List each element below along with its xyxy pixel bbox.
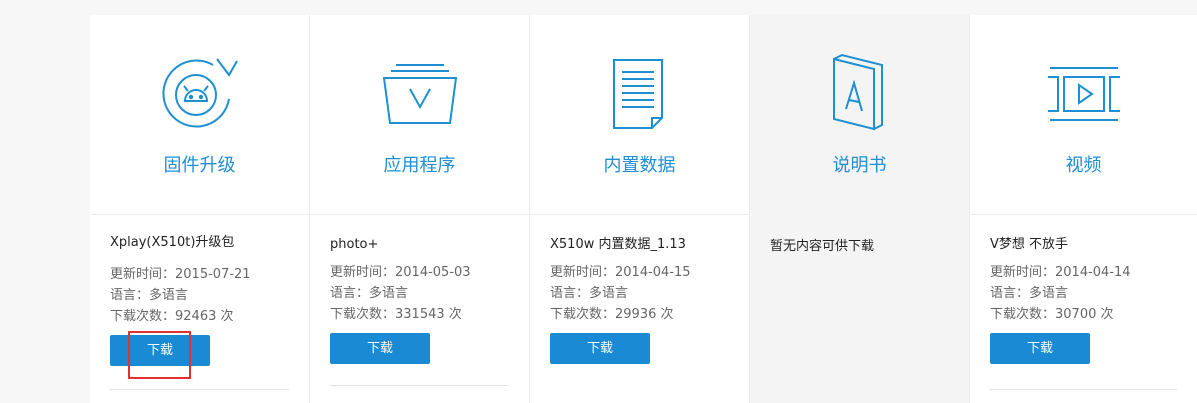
item-update-time: 更新时间：2014-05-03 — [330, 265, 471, 280]
item-update-time: 更新时间：2014-04-14 — [990, 265, 1131, 280]
manual-book-icon — [832, 53, 883, 131]
column-video: 视频 V梦想 不放手 更新时间：2014-04-14 语言：多语言 下载次数：3… — [970, 15, 1197, 403]
download-item: V梦想 不放手 更新时间：2014-04-14 语言：多语言 下载次数：3070… — [990, 235, 1177, 364]
download-item: 暂无内容可供下载 — [770, 237, 949, 268]
divider — [310, 214, 529, 215]
category-label: 视频 — [1065, 155, 1102, 176]
item-language: 语言：多语言 — [110, 288, 189, 303]
download-button[interactable]: 下载 — [330, 333, 430, 364]
category-tab-builtin-data[interactable]: 内置数据 — [530, 15, 749, 215]
download-item: Xplay(X510t)升级包 更新时间：2015-07-21 语言：多语言 下… — [110, 233, 289, 366]
category-label: 应用程序 — [383, 155, 456, 176]
divider — [990, 389, 1177, 390]
download-item: X510w 内置数据_1.13 更新时间：2014-04-15 语言：多语言 下… — [550, 235, 729, 364]
divider — [110, 389, 289, 390]
empty-message: 暂无内容可供下载 — [770, 239, 875, 254]
category-tab-apps[interactable]: 应用程序 — [310, 15, 529, 215]
app-folder-icon — [382, 64, 457, 124]
column-firmware: 固件升级 Xplay(X510t)升级包 更新时间：2015-07-21 语言：… — [90, 15, 310, 403]
download-item: photo+ 更新时间：2014-05-03 语言：多语言 下载次数：33154… — [330, 235, 509, 364]
category-label: 固件升级 — [163, 155, 236, 176]
category-tab-video[interactable]: 视频 — [970, 15, 1197, 215]
item-downloads: 下载次数：92463 次 — [110, 309, 234, 324]
item-downloads: 下载次数：331543 次 — [330, 307, 462, 322]
category-tab-firmware[interactable]: 固件升级 — [90, 15, 309, 215]
item-downloads: 下载次数：30700 次 — [990, 307, 1114, 322]
category-label: 内置数据 — [603, 155, 676, 176]
firmware-upgrade-icon — [162, 58, 238, 128]
column-apps: 应用程序 photo+ 更新时间：2014-05-03 语言：多语言 下载次数：… — [310, 15, 530, 403]
item-language: 语言：多语言 — [550, 286, 629, 301]
item-downloads: 下载次数：29936 次 — [550, 307, 674, 322]
divider — [530, 214, 749, 215]
download-button[interactable]: 下载 — [110, 335, 210, 366]
item-title: X510w 内置数据_1.13 — [550, 237, 686, 252]
download-panel: 固件升级 Xplay(X510t)升级包 更新时间：2015-07-21 语言：… — [90, 15, 1197, 403]
download-button[interactable]: 下载 — [990, 333, 1090, 364]
item-language: 语言：多语言 — [330, 286, 409, 301]
item-title: photo+ — [330, 237, 379, 252]
document-icon — [612, 59, 663, 129]
divider — [330, 385, 509, 386]
item-title: V梦想 不放手 — [990, 237, 1069, 252]
divider — [90, 214, 309, 215]
column-builtin-data: 内置数据 X510w 内置数据_1.13 更新时间：2014-04-15 语言：… — [530, 15, 750, 403]
item-language: 语言：多语言 — [990, 286, 1069, 301]
category-tab-manual[interactable]: 说明书 — [750, 15, 969, 215]
category-label: 说明书 — [832, 155, 887, 176]
item-update-time: 更新时间：2014-04-15 — [550, 265, 691, 280]
divider — [970, 214, 1197, 215]
download-button[interactable]: 下载 — [550, 333, 650, 364]
column-manual: 说明书 暂无内容可供下载 — [750, 15, 970, 403]
video-film-icon — [1047, 67, 1120, 121]
item-title: Xplay(X510t)升级包 — [110, 235, 235, 250]
item-update-time: 更新时间：2015-07-21 — [110, 267, 251, 282]
